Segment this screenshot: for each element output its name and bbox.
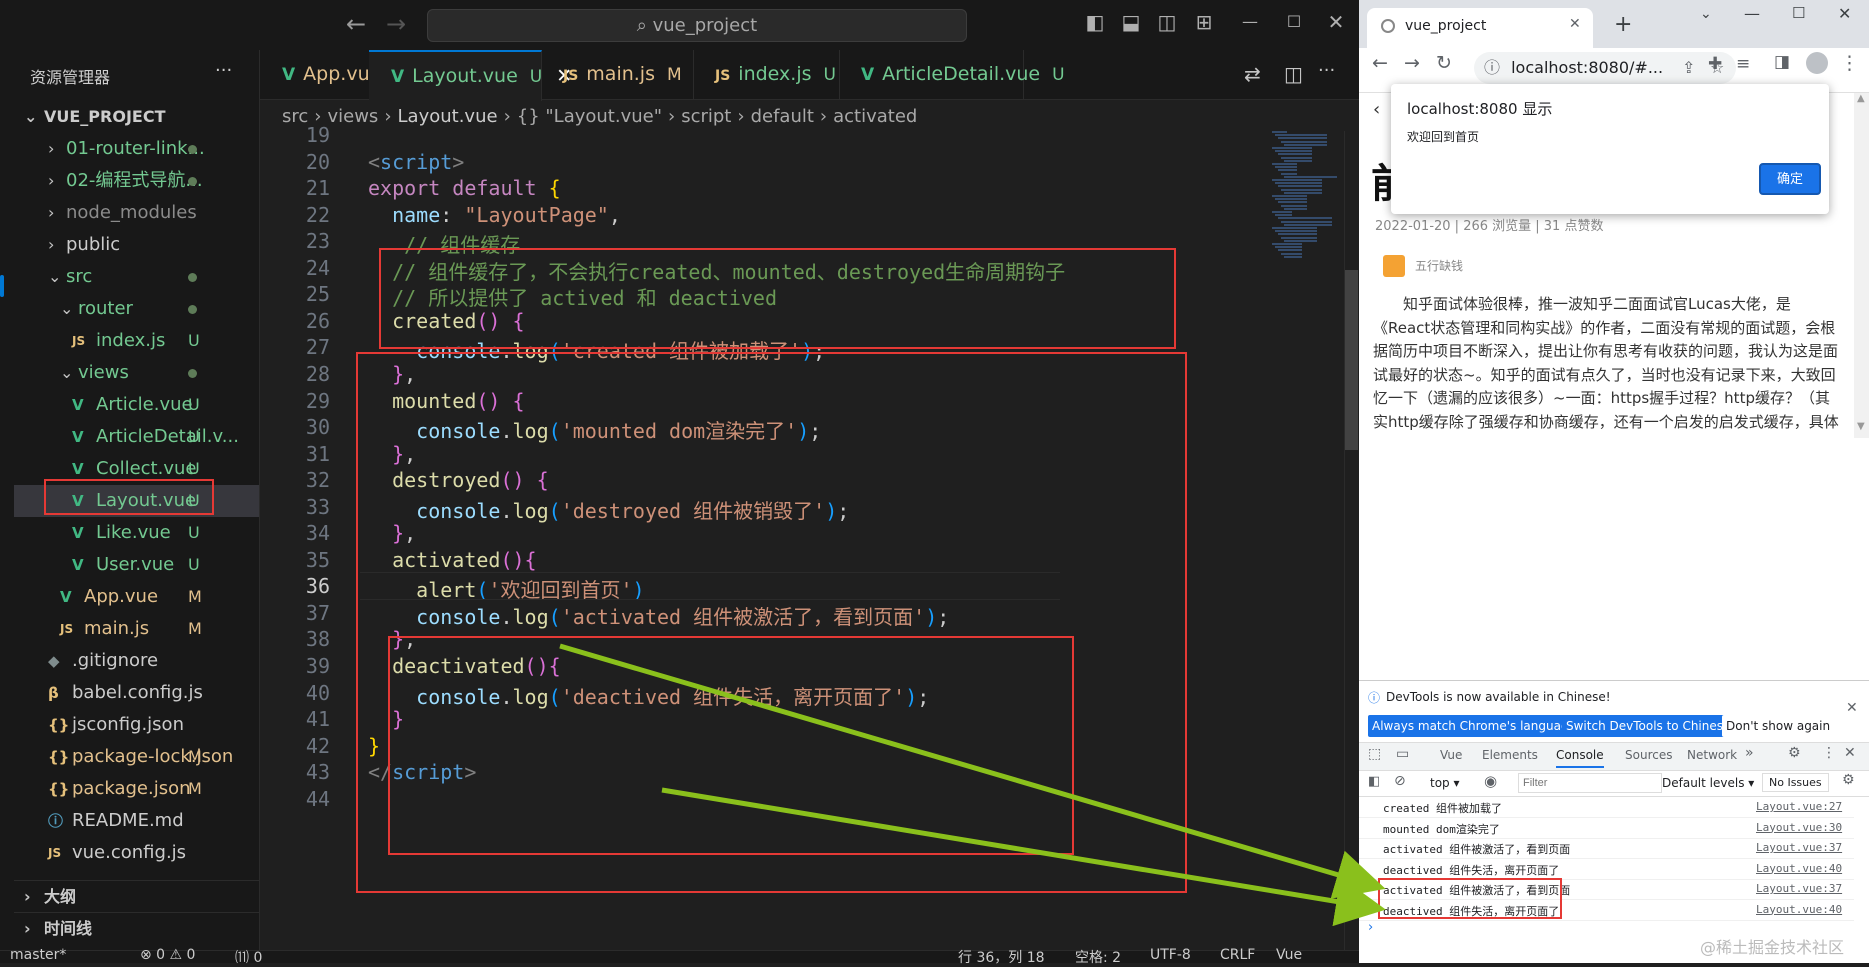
arrow-deactivated: [661, 787, 1386, 927]
watermark-text: @稀土掘金技术社区: [1700, 938, 1845, 957]
arrow-activated: [559, 643, 1386, 899]
annotation-arrows: [559, 643, 1386, 927]
